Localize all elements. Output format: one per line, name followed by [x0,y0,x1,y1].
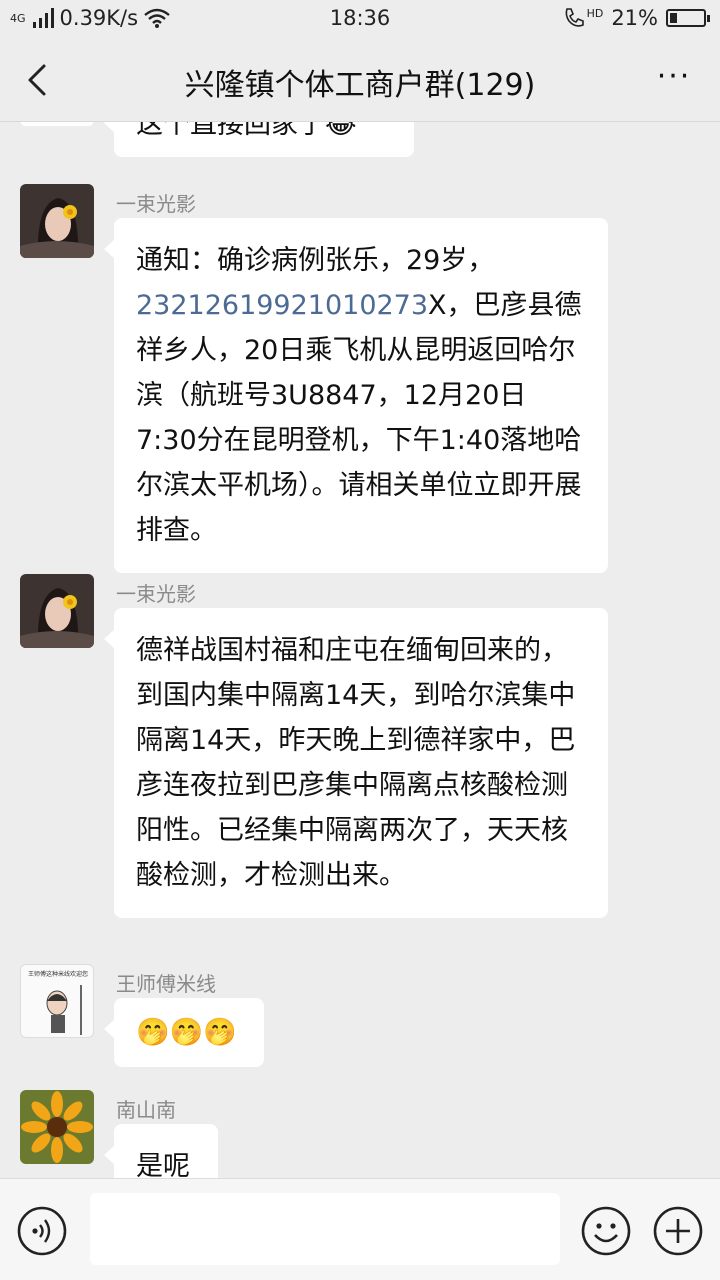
message-bubble[interactable]: 这个直接回家了😂 [104,122,414,157]
message-bubble[interactable]: 通知：确诊病例张乐，29岁， 23212619921010273X，巴彦县德祥乡人… [104,218,608,573]
message-text: 是呢 [136,1151,190,1178]
emoji-icon[interactable] [580,1205,632,1257]
voice-input-icon[interactable] [16,1205,68,1257]
avatar[interactable]: 王师傅这种米线欢迎您 [20,964,94,1038]
sender-name: 一束光影 [116,192,196,216]
message-bubble[interactable]: 是呢 [104,1124,218,1178]
message-text: 德祥战国村福和庄屯在缅甸回来的，到国内集中隔离14天，到哈尔滨集中隔离14天，昨… [136,635,576,891]
input-bar [0,1178,720,1280]
message-text: 这个直接回家了😂 [136,122,357,140]
message-input[interactable] [90,1193,560,1265]
chat-title: 兴隆镇个体工商户群(129) [184,68,536,103]
id-number-link[interactable]: 23212619921010273 [136,290,428,321]
battery-icon [666,9,710,27]
avatar[interactable] [20,1090,94,1164]
more-options-icon[interactable]: ··· [652,62,696,98]
avatar[interactable] [20,184,94,258]
status-bar: 4G 0.39K/s 18:36 HD 21% [0,0,720,38]
message-text: X，巴彦县德祥乡人，20日乘飞机从昆明返回哈尔滨（航班号3U8847，12月20… [136,290,582,546]
chat-header: 兴隆镇个体工商户群(129) ··· [0,38,720,122]
sender-name: 王师傅米线 [116,972,216,996]
sunflower-icon [20,1090,94,1164]
message-list[interactable]: 这个直接回家了😂 一束光影 通知：确诊病例张乐，29岁， 232126199210… [0,122,720,1178]
message-bubble[interactable]: 🤭🤭🤭 [104,998,264,1067]
avatar[interactable] [20,574,94,648]
portrait-icon [20,184,94,258]
hd-call-icon [565,8,584,27]
cartoon-figure-icon [46,985,82,1035]
plus-icon[interactable] [652,1205,704,1257]
battery-percent: 21% [611,6,658,30]
message-bubble[interactable]: 德祥战国村福和庄屯在缅甸回来的，到国内集中隔离14天，到哈尔滨集中隔离14天，昨… [104,608,608,918]
hd-label: HD [586,6,604,20]
portrait-icon [20,574,94,648]
sender-name: 南山南 [116,1098,176,1122]
avatar[interactable] [20,122,94,126]
sender-name: 一束光影 [116,582,196,606]
message-text: 🤭🤭🤭 [136,1017,237,1048]
message-text: 通知：确诊病例张乐，29岁， [136,245,495,276]
